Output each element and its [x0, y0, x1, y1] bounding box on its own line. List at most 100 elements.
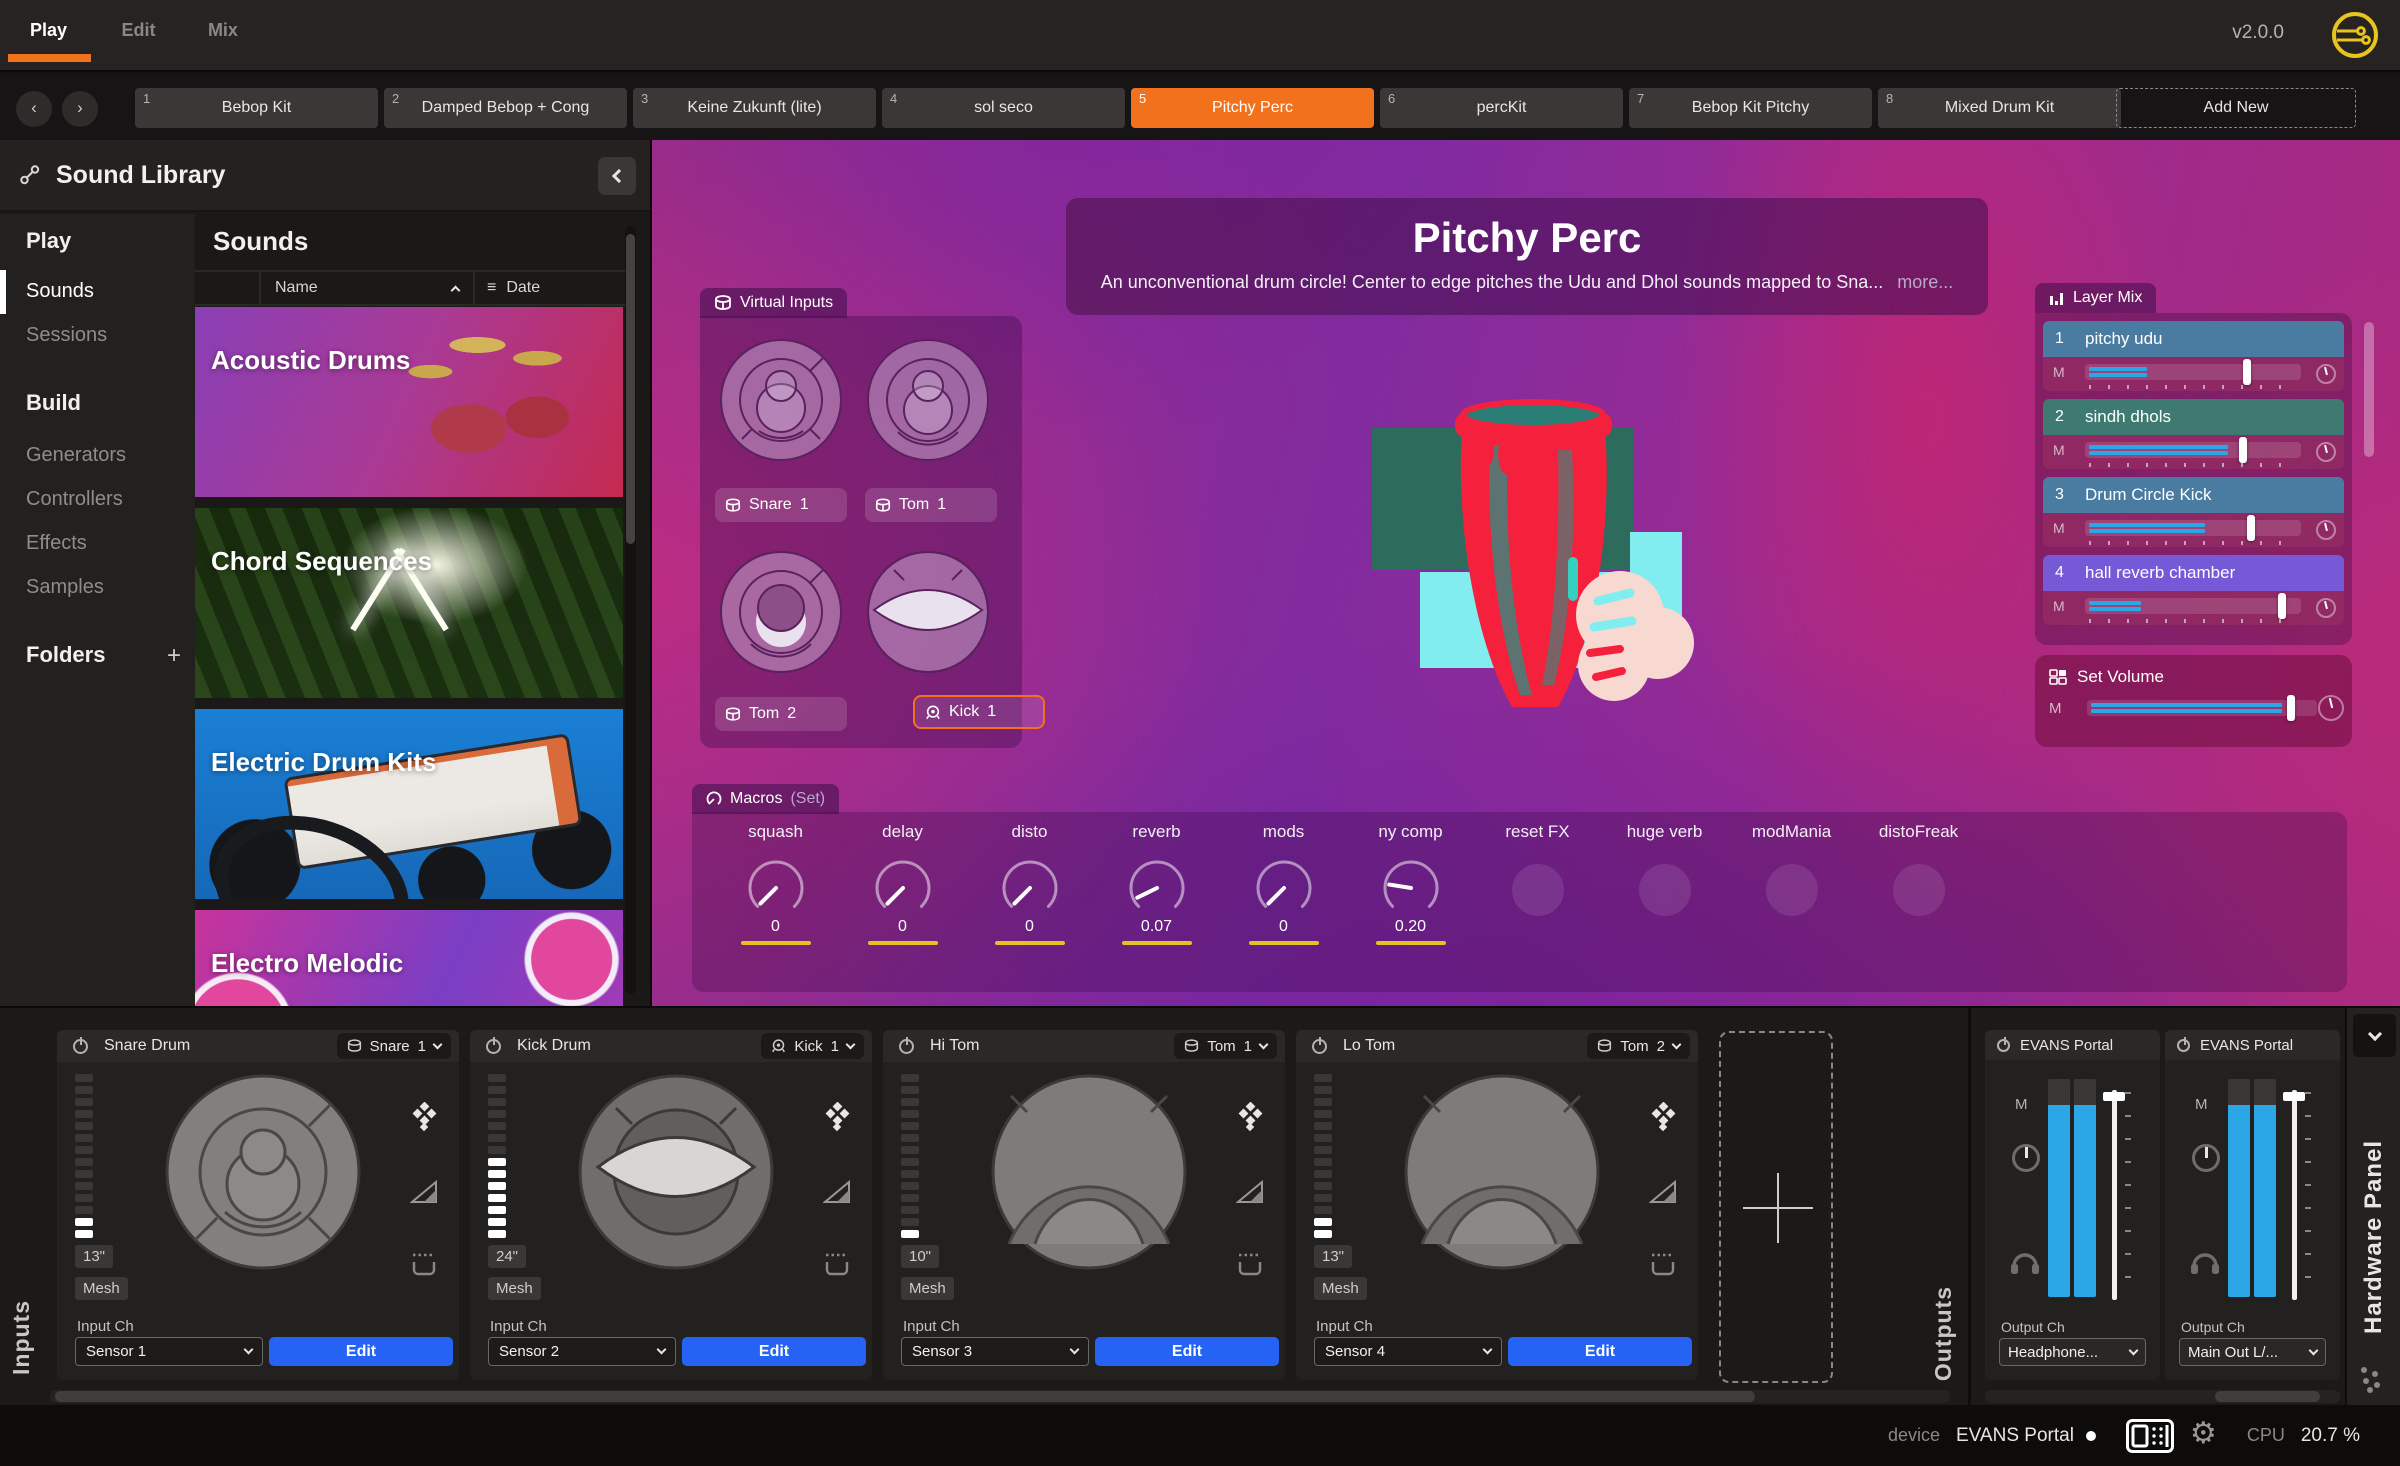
layer-header[interactable]: 3Drum Circle Kick	[2043, 477, 2344, 513]
sidebar-item-effects[interactable]: Effects	[26, 532, 87, 555]
mute-button[interactable]: M	[2053, 442, 2065, 458]
power-icon[interactable]	[1312, 1039, 1327, 1054]
fader-handle[interactable]	[2103, 1092, 2125, 1101]
fader-handle[interactable]	[2239, 437, 2247, 463]
tab-edit[interactable]: Edit	[121, 20, 155, 41]
more-link[interactable]: more...	[1897, 272, 1953, 292]
layer-volume-slider[interactable]	[2085, 520, 2301, 536]
drum-hoop-icon[interactable]	[823, 1252, 851, 1278]
sound-card-electric-drum-kits[interactable]: Electric Drum Kits	[195, 709, 623, 899]
fader-handle[interactable]	[2287, 695, 2295, 721]
preset-button-8[interactable]: 8Mixed Drum Kit	[1878, 88, 2121, 128]
edit-button[interactable]: Edit	[1508, 1337, 1692, 1366]
preset-next-button[interactable]: ›	[62, 91, 98, 127]
layer-mix-scrollbar[interactable]	[2364, 322, 2374, 457]
layers-diamond-icon[interactable]	[1648, 1102, 1678, 1132]
output-ch-select[interactable]: Main Out L/...	[2179, 1338, 2326, 1366]
power-icon[interactable]	[1997, 1039, 2010, 1052]
preset-button-7[interactable]: 7Bebop Kit Pitchy	[1629, 88, 1872, 128]
drum-hoop-icon[interactable]	[1236, 1252, 1264, 1278]
preset-button-5-active[interactable]: 5Pitchy Perc	[1131, 88, 1374, 128]
tab-play[interactable]: Play	[30, 20, 67, 41]
fader-handle[interactable]	[2247, 515, 2255, 541]
sensor-select[interactable]: Sensor 4	[1314, 1337, 1502, 1366]
power-icon[interactable]	[2177, 1039, 2190, 1052]
macro-trigger-button[interactable]	[1639, 864, 1691, 916]
edit-button[interactable]: Edit	[682, 1337, 866, 1366]
layers-diamond-icon[interactable]	[1235, 1102, 1265, 1132]
velocity-triangle-icon[interactable]	[1649, 1180, 1677, 1204]
sound-card-acoustic-drums[interactable]: Acoustic Drums	[195, 307, 623, 497]
sidebar-item-sounds[interactable]: Sounds	[26, 280, 94, 303]
outputs-scrollbar[interactable]	[1985, 1390, 2340, 1403]
preset-button-4[interactable]: 4sol seco	[882, 88, 1125, 128]
sidebar-item-sessions[interactable]: Sessions	[26, 324, 107, 347]
macro-knob[interactable]	[1379, 854, 1443, 918]
sensor-select[interactable]: Sensor 1	[75, 1337, 263, 1366]
device-icon[interactable]	[2126, 1419, 2174, 1453]
edit-button[interactable]: Edit	[1095, 1337, 1279, 1366]
preset-button-2[interactable]: 2Damped Bebop + Cong	[384, 88, 627, 128]
preset-button-6[interactable]: 6percKit	[1380, 88, 1623, 128]
mute-button[interactable]: M	[2015, 1096, 2028, 1113]
macro-trigger-button[interactable]	[1893, 864, 1945, 916]
virtual-input-tom-1[interactable]: Tom1	[865, 488, 997, 522]
layer-pan-knob[interactable]	[2316, 364, 2336, 384]
preset-prev-button[interactable]: ‹	[16, 91, 52, 127]
inputs-scrollbar[interactable]	[50, 1390, 1950, 1403]
layer-pan-knob[interactable]	[2316, 598, 2336, 618]
fader-handle[interactable]	[2243, 359, 2251, 385]
set-volume-slider[interactable]	[2087, 700, 2317, 716]
fader-handle[interactable]	[2283, 1092, 2305, 1101]
layer-pan-knob[interactable]	[2316, 442, 2336, 462]
add-input-slot[interactable]	[1719, 1031, 1833, 1383]
edit-button[interactable]: Edit	[269, 1337, 453, 1366]
sound-card-chord-sequences[interactable]: Chord Sequences	[195, 508, 623, 698]
macro-knob[interactable]	[1252, 854, 1316, 918]
power-icon[interactable]	[899, 1039, 914, 1054]
layers-diamond-icon[interactable]	[822, 1102, 852, 1132]
macro-knob[interactable]	[871, 854, 935, 918]
brand-logo-icon[interactable]	[2328, 8, 2382, 62]
sidebar-item-samples[interactable]: Samples	[26, 576, 104, 599]
drum-hoop-icon[interactable]	[1649, 1252, 1677, 1278]
virtual-pad-kick[interactable]	[864, 548, 992, 676]
mute-button[interactable]: M	[2195, 1096, 2208, 1113]
fader-handle[interactable]	[2278, 593, 2286, 619]
sidebar-item-generators[interactable]: Generators	[26, 444, 126, 467]
hardware-panel-toggle[interactable]	[2353, 1014, 2396, 1057]
velocity-triangle-icon[interactable]	[823, 1180, 851, 1204]
channel-selector[interactable]: Tom2	[1587, 1033, 1690, 1059]
settings-gear-icon[interactable]: ⚙	[2190, 1419, 2217, 1449]
layer-volume-slider[interactable]	[2085, 598, 2301, 614]
add-new-preset-button[interactable]: Add New	[2116, 88, 2356, 128]
mute-button[interactable]: M	[2053, 520, 2065, 536]
output-pan-knob[interactable]	[2192, 1144, 2220, 1172]
drum-hoop-icon[interactable]	[410, 1252, 438, 1278]
virtual-input-snare-1[interactable]: Snare1	[715, 488, 847, 522]
tab-mix[interactable]: Mix	[208, 20, 238, 41]
channel-selector[interactable]: Snare1	[337, 1033, 451, 1059]
macro-trigger-button[interactable]	[1766, 864, 1818, 916]
mute-button[interactable]: M	[2053, 364, 2065, 380]
layer-header[interactable]: 4hall reverb chamber	[2043, 555, 2344, 591]
output-fader[interactable]	[2109, 1090, 2117, 1300]
collapse-panel-button[interactable]	[598, 157, 636, 195]
macro-knob[interactable]	[998, 854, 1062, 918]
output-ch-select[interactable]: Headphone...	[1999, 1338, 2146, 1366]
velocity-triangle-icon[interactable]	[410, 1180, 438, 1204]
macro-knob[interactable]	[744, 854, 808, 918]
velocity-triangle-icon[interactable]	[1236, 1180, 1264, 1204]
mute-button[interactable]: M	[2053, 598, 2065, 614]
virtual-pad-tom1[interactable]	[864, 336, 992, 464]
channel-selector[interactable]: Kick1	[761, 1033, 864, 1059]
output-fader[interactable]	[2289, 1090, 2297, 1300]
mute-button[interactable]: M	[2049, 700, 2062, 717]
sort-by-date[interactable]: ≡Date	[475, 272, 625, 304]
layer-pan-knob[interactable]	[2316, 520, 2336, 540]
virtual-pad-snare[interactable]	[717, 336, 845, 464]
layer-header[interactable]: 1pitchy udu	[2043, 321, 2344, 357]
sidebar-item-controllers[interactable]: Controllers	[26, 488, 123, 511]
virtual-input-tom-2[interactable]: Tom2	[715, 697, 847, 731]
add-folder-button[interactable]: +	[167, 642, 181, 670]
